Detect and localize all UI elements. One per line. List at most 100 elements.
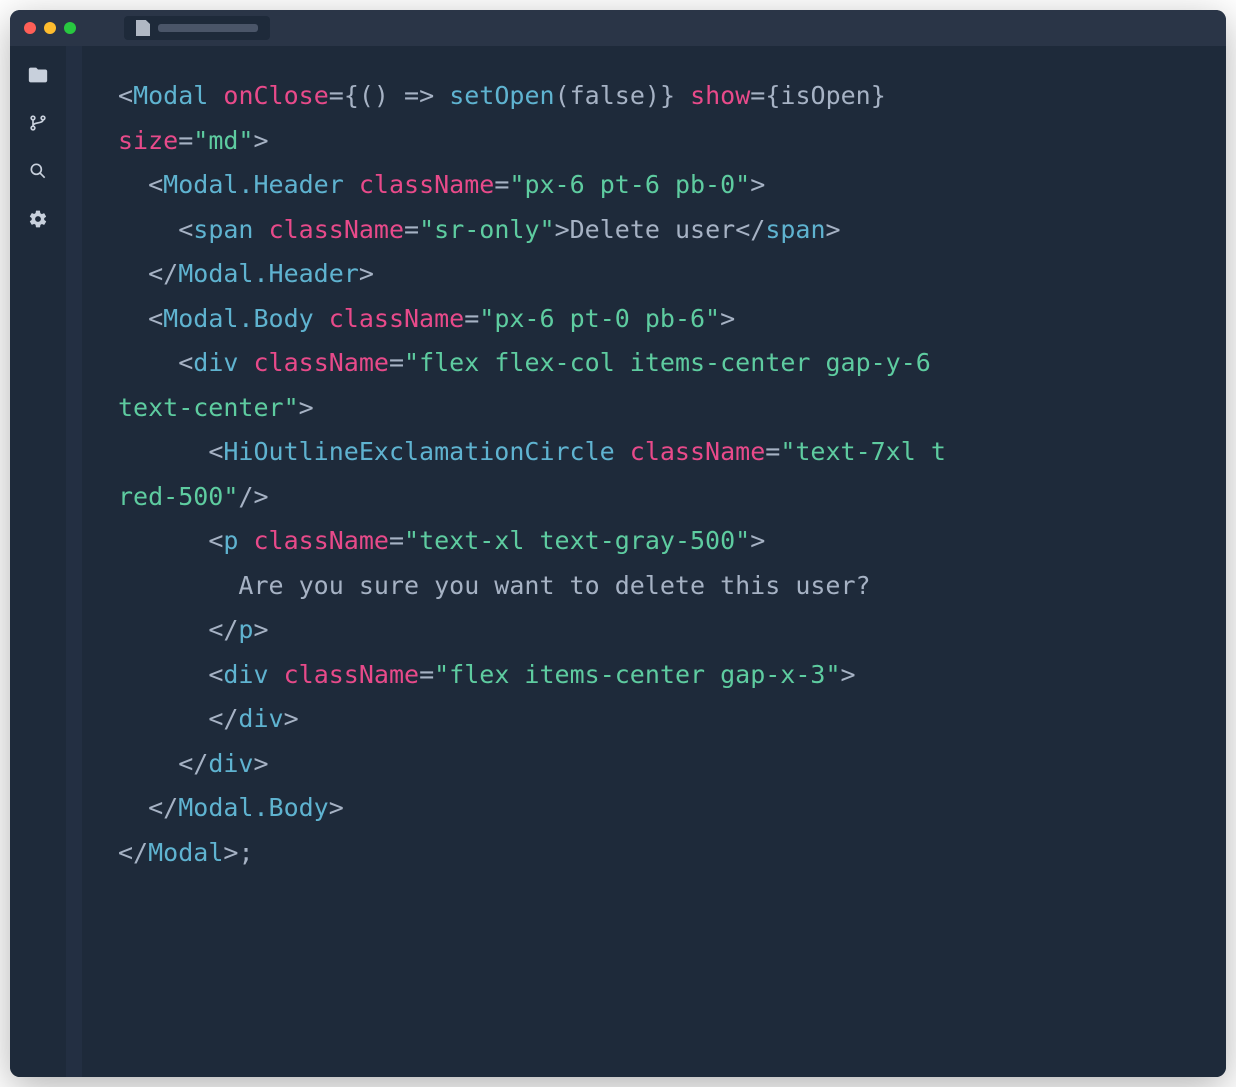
maximize-window-button[interactable] [64, 22, 76, 34]
code-token: "flex flex-col items-center gap-y-6 [404, 348, 946, 377]
code-token: > [253, 615, 268, 644]
window-body: <Modal onClose={() => setOpen(false)} sh… [10, 46, 1226, 1077]
code-token: } [871, 81, 886, 110]
code-token: false [570, 81, 645, 110]
code-token: className [359, 170, 494, 199]
file-icon [136, 20, 150, 36]
code-token: isOpen [780, 81, 870, 110]
code-token: > [750, 526, 765, 555]
code-token: className [284, 660, 419, 689]
code-token [254, 215, 269, 244]
code-token: text-center" [118, 393, 299, 422]
code-token [314, 304, 329, 333]
code-token: "md" [193, 126, 253, 155]
code-token [344, 170, 359, 199]
code-token: HiOutlineExclamationCircle [223, 437, 614, 466]
code-token: div [208, 749, 253, 778]
code-token: < [178, 215, 193, 244]
code-token: > [223, 838, 238, 867]
code-token: ; [238, 838, 253, 867]
code-token: className [254, 526, 389, 555]
code-token: { [765, 81, 780, 110]
gear-icon[interactable] [27, 208, 49, 230]
code-token: div [223, 660, 268, 689]
code-token: = [389, 526, 404, 555]
code-token: onClose [223, 81, 328, 110]
code-token: </ [178, 749, 208, 778]
code-token: </ [118, 838, 148, 867]
code-token: div [193, 348, 238, 377]
code-token [269, 660, 284, 689]
code-token: < [208, 437, 223, 466]
search-icon[interactable] [27, 160, 49, 182]
code-token: Modal.Header [178, 259, 359, 288]
code-token: = [419, 660, 434, 689]
code-token: </ [208, 615, 238, 644]
code-token [675, 81, 690, 110]
code-token: = [178, 126, 193, 155]
code-token: ) [645, 81, 660, 110]
folder-icon[interactable] [27, 64, 49, 86]
code-token: = [464, 304, 479, 333]
code-token: Are you sure you want to delete this use… [238, 571, 870, 600]
code-token: </ [735, 215, 765, 244]
git-branch-icon[interactable] [27, 112, 49, 134]
code-token: = [494, 170, 509, 199]
code-token: "sr-only" [419, 215, 554, 244]
activity-bar [10, 46, 66, 1077]
code-token: > [359, 259, 374, 288]
minimize-window-button[interactable] [44, 22, 56, 34]
code-token: } [660, 81, 675, 110]
code-token: Delete user [570, 215, 736, 244]
code-token: /> [238, 482, 268, 511]
code-token [238, 348, 253, 377]
code-token: className [269, 215, 404, 244]
gutter [66, 46, 82, 1077]
code-token: show [690, 81, 750, 110]
code-token: "text-xl text-gray-500" [404, 526, 750, 555]
code-token: className [329, 304, 464, 333]
code-token: => [404, 81, 434, 110]
code-token: > [720, 304, 735, 333]
code-token [434, 81, 449, 110]
code-token [615, 437, 630, 466]
code-editor[interactable]: <Modal onClose={() => setOpen(false)} sh… [82, 46, 1226, 1077]
file-tab[interactable] [124, 16, 270, 40]
code-token: "px-6 pt-6 pb-0" [509, 170, 750, 199]
code-token: < [208, 660, 223, 689]
code-token: p [238, 615, 253, 644]
code-token: ( [555, 81, 570, 110]
code-token: < [148, 170, 163, 199]
code-token: > [254, 126, 269, 155]
code-token: Modal.Body [163, 304, 314, 333]
code-token: "flex items-center gap-x-3" [434, 660, 840, 689]
code-token: > [329, 793, 344, 822]
code-token: </ [208, 704, 238, 733]
close-window-button[interactable] [24, 22, 36, 34]
titlebar [10, 10, 1226, 46]
code-token: span [765, 215, 825, 244]
tab-filename-placeholder [158, 24, 258, 32]
code-token: span [193, 215, 253, 244]
traffic-lights [24, 22, 76, 34]
code-token: > [253, 749, 268, 778]
code-token: () [359, 81, 404, 110]
editor-window: <Modal onClose={() => setOpen(false)} sh… [10, 10, 1226, 1077]
code-token: > [750, 170, 765, 199]
code-token: size [118, 126, 178, 155]
code-token: < [118, 81, 133, 110]
code-token: "text-7xl t [780, 437, 946, 466]
code-token: </ [148, 793, 178, 822]
code-token: className [254, 348, 389, 377]
code-token: > [555, 215, 570, 244]
code-token: setOpen [449, 81, 554, 110]
code-token: < [148, 304, 163, 333]
code-token: { [344, 81, 359, 110]
code-token: Modal [133, 81, 208, 110]
code-token: > [841, 660, 856, 689]
code-token: > [299, 393, 314, 422]
code-token: > [826, 215, 841, 244]
code-token: red-500" [118, 482, 238, 511]
code-token [208, 81, 223, 110]
code-token: </ [148, 259, 178, 288]
